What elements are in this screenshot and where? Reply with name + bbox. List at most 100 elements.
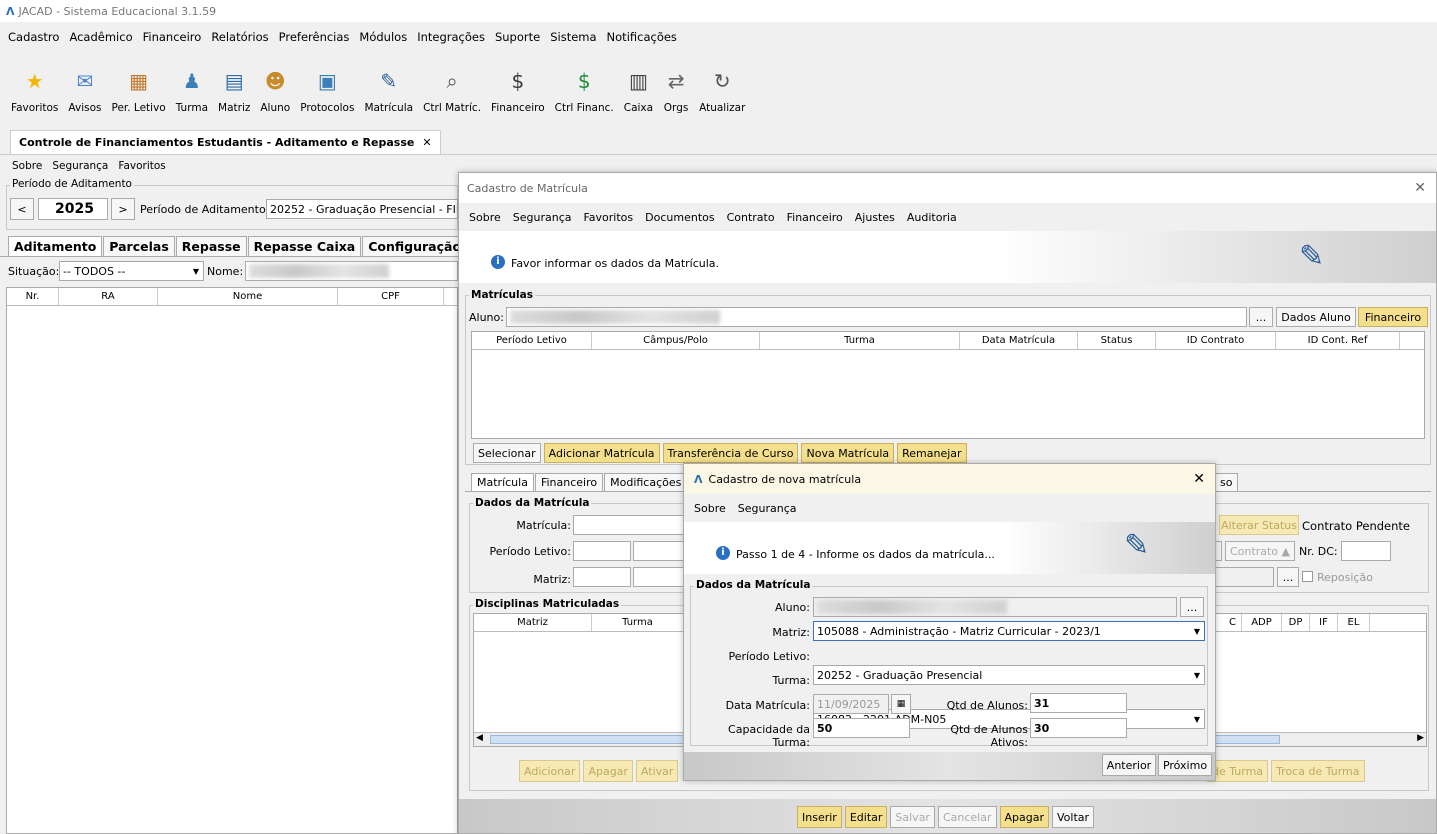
toolbar-ctrl-financ-button[interactable]: $ Ctrl Financ.: [550, 52, 619, 114]
matriz-desc[interactable]: [633, 567, 685, 587]
apagar-disc-button[interactable]: Apagar: [583, 760, 633, 782]
matricula-field[interactable]: [573, 515, 685, 535]
menu-sistema[interactable]: Sistema: [550, 30, 596, 44]
menu-sobre[interactable]: Sobre: [12, 160, 42, 172]
salvar-button[interactable]: Salvar: [890, 806, 935, 828]
toolbar-protocolos-button[interactable]: ▣ Protocolos: [295, 52, 359, 114]
calendar-icon[interactable]: ▦: [891, 694, 911, 714]
tab-financiamentos[interactable]: Controle de Financiamentos Estudantis - …: [10, 130, 441, 154]
tab-modificacoes[interactable]: Modificações: [604, 473, 688, 491]
periodo-letivo-desc[interactable]: [633, 541, 685, 561]
col-if[interactable]: IF: [1310, 614, 1338, 631]
col-c[interactable]: C: [1224, 614, 1242, 631]
col-turma[interactable]: Turma: [592, 614, 684, 631]
scroll-right-icon[interactable]: ▶: [1417, 733, 1424, 743]
menu-seguranca[interactable]: Segurança: [513, 211, 572, 224]
transferencia-curso-button[interactable]: Transferência de Curso: [662, 443, 799, 463]
matriz-select[interactable]: 105088 - Administração - Matriz Curricul…: [813, 621, 1205, 641]
toolbar-atualizar-button[interactable]: ↻ Atualizar: [694, 52, 750, 114]
situacao-select[interactable]: -- TODOS --: [59, 261, 204, 281]
dados-aluno-button[interactable]: Dados Aluno: [1276, 307, 1356, 327]
col-status[interactable]: Status: [1078, 332, 1156, 349]
col-data-matricula[interactable]: Data Matrícula: [960, 332, 1078, 349]
toolbar-financeiro-button[interactable]: $ Financeiro: [486, 52, 550, 114]
menu-suporte[interactable]: Suporte: [495, 30, 540, 44]
menu-academico[interactable]: Acadêmico: [69, 30, 132, 44]
apagar-button[interactable]: Apagar: [999, 806, 1049, 828]
col-ra[interactable]: RA: [59, 288, 158, 305]
search-aluno-button[interactable]: ...: [1249, 307, 1273, 327]
toolbar-aluno-button[interactable]: ☻ Aluno: [255, 52, 295, 114]
adicionar-disc-button[interactable]: Adicionar: [519, 760, 581, 782]
next-year-button[interactable]: >: [111, 198, 135, 220]
menu-ajustes[interactable]: Ajustes: [855, 211, 895, 224]
close-icon[interactable]: ✕: [1193, 471, 1205, 487]
toolbar-ctrl-matric-button[interactable]: ⌕ Ctrl Matríc.: [418, 52, 486, 114]
toolbar-per-letivo-button[interactable]: ▦ Per. Letivo: [106, 52, 170, 114]
financeiro-button[interactable]: Financeiro: [1358, 307, 1428, 327]
toolbar-matriz-button[interactable]: ▤ Matriz: [213, 52, 255, 114]
reposicao-search-button[interactable]: ...: [1277, 567, 1299, 587]
reposicao-checkbox[interactable]: [1302, 571, 1313, 582]
toolbar-avisos-button[interactable]: ✉ Avisos: [63, 52, 106, 114]
aluno-input[interactable]: [506, 307, 1247, 327]
cancelar-button[interactable]: Cancelar: [937, 806, 997, 828]
ativar-disc-button[interactable]: Ativar: [635, 760, 679, 782]
proximo-button[interactable]: Próximo: [1158, 754, 1212, 776]
prev-year-button[interactable]: <: [10, 198, 34, 220]
adicionar-matricula-button[interactable]: Adicionar Matrícula: [543, 443, 660, 463]
troca-turma-button[interactable]: Troca de Turma: [1271, 760, 1365, 782]
scroll-left-icon[interactable]: ◀: [476, 733, 483, 743]
qtd-alunos-field[interactable]: 31: [1030, 693, 1127, 713]
menu-documentos[interactable]: Documentos: [645, 211, 714, 224]
data-matricula-field[interactable]: 11/09/2025: [813, 694, 889, 714]
selecionar-button[interactable]: Selecionar: [473, 443, 541, 463]
col-nome[interactable]: Nome: [158, 288, 338, 305]
col-nr[interactable]: Nr.: [7, 288, 59, 305]
menu-preferencias[interactable]: Preferências: [279, 30, 350, 44]
menu-seguranca[interactable]: Segurança: [738, 502, 797, 515]
alunos-ativos-field[interactable]: 30: [1030, 718, 1127, 738]
col-el[interactable]: EL: [1338, 614, 1370, 631]
menu-modulos[interactable]: Módulos: [359, 30, 407, 44]
col-matriz[interactable]: Matriz: [474, 614, 592, 631]
toolbar-orgs-button[interactable]: ⇄ Orgs: [658, 52, 694, 114]
col-periodo-letivo[interactable]: Período Letivo: [472, 332, 592, 349]
alterar-status-button[interactable]: Alterar Status: [1219, 515, 1299, 535]
tab-parcelas[interactable]: Parcelas: [103, 236, 175, 256]
tab-partial[interactable]: so: [1214, 473, 1239, 491]
voltar-button[interactable]: Voltar: [1052, 806, 1095, 828]
tab-financeiro[interactable]: Financeiro: [534, 473, 604, 491]
close-icon[interactable]: ✕: [1414, 180, 1426, 196]
tab-repasse[interactable]: Repasse: [175, 236, 247, 256]
inserir-button[interactable]: Inserir: [797, 806, 842, 828]
tab-aditamento[interactable]: Aditamento: [8, 236, 103, 256]
menu-financeiro[interactable]: Financeiro: [787, 211, 843, 224]
aluno-field[interactable]: [813, 597, 1177, 617]
tab-repasse-caixa[interactable]: Repasse Caixa: [247, 236, 362, 256]
editar-button[interactable]: Editar: [844, 806, 888, 828]
menu-cadastro[interactable]: Cadastro: [8, 30, 59, 44]
menu-sobre[interactable]: Sobre: [469, 211, 501, 224]
periodo-letivo-select[interactable]: 20252 - Graduação Presencial: [813, 665, 1205, 685]
col-turma[interactable]: Turma: [760, 332, 960, 349]
col-adp[interactable]: ADP: [1242, 614, 1282, 631]
de-turma-button[interactable]: de Turma: [1207, 760, 1269, 782]
matriz-field[interactable]: [573, 567, 631, 587]
menu-financeiro[interactable]: Financeiro: [143, 30, 202, 44]
remanejar-button[interactable]: Remanejar: [897, 443, 967, 463]
tab-matricula[interactable]: Matrícula: [471, 473, 534, 491]
toolbar-caixa-button[interactable]: ▥ Caixa: [619, 52, 658, 114]
contrato-button[interactable]: Contrato ▲: [1225, 541, 1295, 561]
aditamento-grid[interactable]: Nr. RA Nome CPF: [6, 287, 458, 834]
toolbar-matricula-button[interactable]: ✎ Matrícula: [359, 52, 418, 114]
periodo-select[interactable]: 20252 - Graduação Presencial - FIES: [266, 199, 458, 219]
nr-dc-field[interactable]: [1341, 541, 1391, 561]
menu-favoritos[interactable]: Favoritos: [118, 160, 165, 172]
menu-favoritos[interactable]: Favoritos: [583, 211, 633, 224]
col-id-cont-ref[interactable]: ID Cont. Ref: [1276, 332, 1400, 349]
menu-seguranca[interactable]: Segurança: [52, 160, 108, 172]
menu-contrato[interactable]: Contrato: [727, 211, 775, 224]
periodo-letivo-field[interactable]: [573, 541, 631, 561]
col-cpf[interactable]: CPF: [338, 288, 444, 305]
